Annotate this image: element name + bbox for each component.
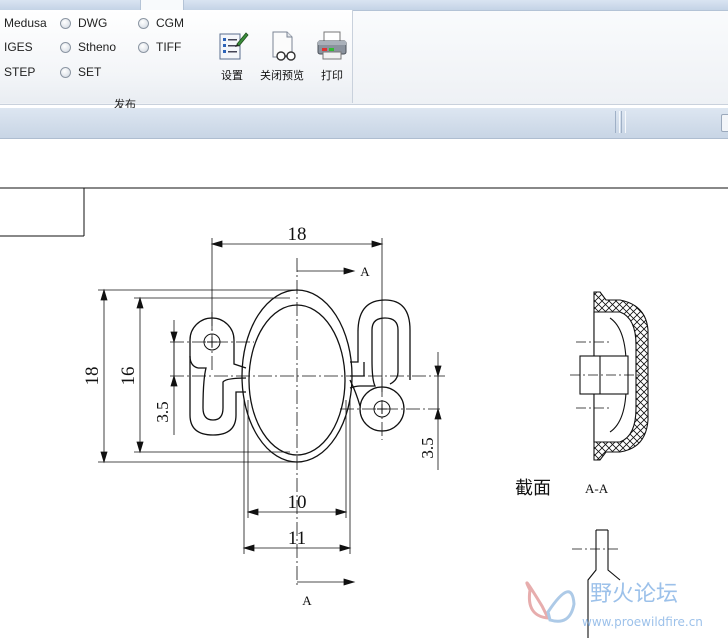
step-option[interactable]: STEP <box>0 64 35 80</box>
status-toolbar <box>0 108 728 139</box>
printer-icon <box>317 31 347 60</box>
option-label: TIFF <box>156 40 182 54</box>
radio-icon <box>138 17 149 29</box>
medusa-option[interactable]: Medusa <box>0 15 47 31</box>
title-block-border <box>0 187 728 237</box>
stheno-option[interactable]: Stheno <box>60 39 116 55</box>
toolbar-control[interactable] <box>721 114 728 132</box>
print-button[interactable]: 打印 <box>314 30 350 86</box>
toolbar-grip[interactable] <box>615 111 620 133</box>
radio-icon <box>60 41 71 53</box>
set-option[interactable]: SET <box>60 64 101 80</box>
ribbon: Medusa DWG CGM IGES Stheno TIFF STEP SET… <box>0 0 728 111</box>
dwg-option[interactable]: DWG <box>60 15 107 31</box>
dim-left-offset: 3.5 <box>153 401 172 422</box>
toolbar-grip[interactable] <box>621 111 626 133</box>
dim-width-10: 10 <box>288 492 307 513</box>
radio-icon <box>138 41 149 53</box>
butterfly-logo-icon <box>525 581 576 623</box>
watermark-url: www.proewildfire.cn <box>582 615 703 629</box>
settings-icon <box>219 32 249 60</box>
section-caption: 截面 <box>515 478 551 498</box>
section-marker-bottom: A <box>302 593 312 608</box>
drawing-canvas: 18 18 16 3.5 3.5 10 11 A A 截面 A-A 野火论坛 w… <box>0 187 728 638</box>
print-label: 打印 <box>321 70 343 82</box>
close-preview-label: 关闭预览 <box>260 70 304 82</box>
radio-icon <box>60 17 71 29</box>
radio-icon <box>60 66 71 78</box>
active-ribbon-tab[interactable] <box>140 0 184 10</box>
option-label: DWG <box>78 16 108 30</box>
option-label: Stheno <box>78 40 117 54</box>
dim-inner-height: 16 <box>118 367 139 386</box>
option-label: CGM <box>156 16 184 30</box>
cgm-option[interactable]: CGM <box>138 15 184 31</box>
dim-width-11: 11 <box>288 528 306 549</box>
section-id: A-A <box>585 481 609 496</box>
option-label: SET <box>78 65 102 79</box>
option-label: IGES <box>4 40 33 54</box>
close-preview-icon <box>272 31 296 61</box>
dim-outer-height: 18 <box>82 367 103 386</box>
iges-option[interactable]: IGES <box>0 39 33 55</box>
option-label: STEP <box>4 65 36 79</box>
settings-label: 设置 <box>221 70 243 82</box>
section-view <box>570 291 649 461</box>
publish-group: Medusa DWG CGM IGES Stheno TIFF STEP SET… <box>0 10 353 111</box>
section-marker-top: A <box>360 264 370 279</box>
option-label: Medusa <box>4 16 47 30</box>
tiff-option[interactable]: TIFF <box>138 39 181 55</box>
close-preview-button[interactable]: 关闭预览 <box>254 30 310 86</box>
watermark: 野火论坛 www.proewildfire.cn <box>525 581 703 629</box>
dim-top-width: 18 <box>288 224 307 245</box>
dim-right-offset: 3.5 <box>418 437 437 458</box>
settings-button[interactable]: 设置 <box>212 30 252 86</box>
watermark-title: 野火论坛 <box>590 582 678 607</box>
